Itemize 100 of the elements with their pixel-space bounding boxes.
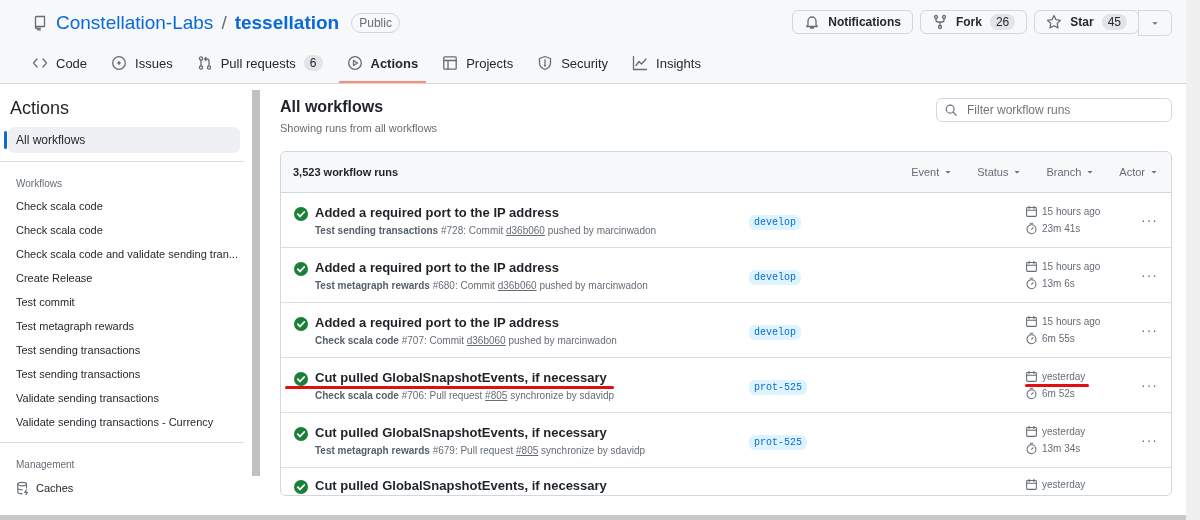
stopwatch-icon xyxy=(1025,222,1038,235)
run-title-link[interactable]: Cut pulled GlobalSnapshotEvents, if necessary xyxy=(315,369,615,385)
run-title-link[interactable]: Added a required port to the IP address xyxy=(315,259,648,275)
run-date: 15 hours ago xyxy=(1042,206,1101,217)
stopwatch-icon xyxy=(1025,387,1038,400)
dropdown-button[interactable] xyxy=(1138,10,1172,36)
run-details: Check scala code #707: Commit d36b060 pushed by marcinwadon xyxy=(315,334,617,346)
filter-field[interactable]: Filter workflow runs xyxy=(936,98,1172,122)
scrollbar[interactable] xyxy=(252,90,260,476)
pull-request-icon xyxy=(196,55,213,71)
run-title-link[interactable]: Added a required port to the IP address xyxy=(315,204,657,220)
shield-icon xyxy=(537,55,554,71)
run-details: Test metagraph rewards #679: Pull request #805 synchronize by sdavidp xyxy=(315,444,645,456)
sidebar-item[interactable]: Caches xyxy=(8,475,252,501)
commit-link[interactable]: d36b060 xyxy=(466,334,506,346)
more-options-button[interactable]: ··· xyxy=(1135,376,1164,394)
sidebar-item[interactable]: Check scala code and validate sending tran... xyxy=(8,242,252,266)
counter: 45 xyxy=(1101,14,1127,30)
more-options-button[interactable]: ··· xyxy=(1135,266,1164,284)
run-title-link[interactable]: Added a required port to the IP address xyxy=(315,314,617,330)
table-icon xyxy=(442,55,459,71)
branch-label[interactable]: prot-525 xyxy=(749,380,807,395)
success-check-icon xyxy=(293,479,309,495)
run-date: 15 hours ago xyxy=(1042,261,1101,272)
more-options-button[interactable]: ··· xyxy=(1135,431,1164,449)
scrollbar[interactable] xyxy=(0,515,1186,520)
more-options-button[interactable]: ··· xyxy=(1135,211,1164,229)
sidebar-title: Actions xyxy=(10,98,71,119)
run-duration: 13m 6s xyxy=(1042,278,1075,289)
graph-icon xyxy=(632,55,649,71)
page-subtitle: Showing runs from all workflows xyxy=(280,122,438,134)
sidebar-item[interactable]: Validate sending transactions - Currency xyxy=(8,410,252,434)
nav-tab[interactable]: Actions xyxy=(338,55,427,83)
commit-link[interactable]: #805 xyxy=(516,444,539,456)
nav-tab[interactable]: Pull requests 6 xyxy=(188,55,331,83)
sidebar-item[interactable]: Validate sending transactions xyxy=(8,386,252,410)
run-date: yesterday xyxy=(1042,371,1086,382)
sidebar-item[interactable]: Test metagraph rewards xyxy=(8,314,252,338)
run-details: Test metagraph rewards #680: Commit d36b060 pushed by marcinwadon xyxy=(315,279,648,291)
sidebar-item[interactable]: Test commit xyxy=(8,290,252,314)
star-button[interactable]: Star 45 xyxy=(1034,10,1139,34)
nav-tab[interactable]: Insights xyxy=(624,55,709,83)
sidebar-item[interactable]: Check scala code xyxy=(8,194,252,218)
success-check-icon xyxy=(293,315,309,332)
nav-tab[interactable]: Code xyxy=(24,55,96,83)
nav-tab[interactable]: Security xyxy=(529,55,617,83)
success-check-icon xyxy=(293,370,309,387)
filter-dropdown[interactable]: Status xyxy=(977,166,1023,178)
commit-link[interactable]: #805 xyxy=(485,389,508,401)
branch-label[interactable]: develop xyxy=(749,215,801,230)
run-date: 15 hours ago xyxy=(1042,316,1101,327)
commit-link[interactable]: d36b060 xyxy=(506,224,545,236)
run-details: Test sending transactions #728: Commit d36b060 pushed by marcinwadon xyxy=(315,224,657,236)
owner-link[interactable]: Constellation-Labs xyxy=(56,12,214,34)
issue-icon xyxy=(111,55,128,71)
counter: 6 xyxy=(303,55,323,71)
run-date: yesterday xyxy=(1042,426,1086,437)
run-date: yesterday xyxy=(1042,479,1086,490)
more-options-button[interactable]: ··· xyxy=(1135,321,1164,339)
star-icon xyxy=(1046,14,1063,30)
calendar-icon xyxy=(1025,315,1038,328)
repo-name-link[interactable]: tessellation xyxy=(234,12,340,34)
fork-button[interactable]: Fork 26 xyxy=(919,10,1028,34)
run-details: Check scala code #706: Pull request #805 synchronize by sdavidp xyxy=(315,389,615,401)
filter-dropdown[interactable]: Actor xyxy=(1119,166,1159,178)
scrollbar[interactable] xyxy=(1186,0,1200,520)
nav-tab[interactable]: Projects xyxy=(434,55,522,83)
stopwatch-icon xyxy=(1025,332,1038,345)
calendar-icon xyxy=(1025,425,1038,438)
branch-label[interactable]: develop xyxy=(749,325,801,340)
run-title-link[interactable]: Cut pulled GlobalSnapshotEvents, if necessary xyxy=(315,478,607,493)
commit-link[interactable]: d36b060 xyxy=(497,279,537,291)
branch-label[interactable]: prot-525 xyxy=(749,435,807,450)
sidebar-item[interactable]: Test sending transactions xyxy=(8,338,252,362)
success-check-icon xyxy=(293,205,309,222)
calendar-icon xyxy=(1025,260,1038,273)
sidebar-item[interactable]: Create Release xyxy=(8,266,252,290)
notifications-button[interactable]: Notifications xyxy=(792,10,913,34)
sidebar-item[interactable]: Test sending transactions xyxy=(8,362,252,386)
run-title-link[interactable]: Cut pulled GlobalSnapshotEvents, if necessary xyxy=(315,424,645,440)
play-icon xyxy=(346,55,363,71)
calendar-icon xyxy=(1025,478,1038,491)
database-icon xyxy=(16,481,30,495)
filter-dropdown[interactable]: Event xyxy=(911,166,954,178)
success-check-icon xyxy=(293,425,309,442)
run-duration: 13m 34s xyxy=(1042,443,1081,454)
run-duration: 23m 41s xyxy=(1042,223,1081,234)
section-heading: Management xyxy=(15,458,76,472)
run-duration: 6m 55s xyxy=(1042,333,1075,344)
fork-icon xyxy=(931,14,948,30)
sidebar-item[interactable]: Check scala code xyxy=(8,218,252,242)
branch-label[interactable]: develop xyxy=(749,270,801,285)
nav-tab[interactable]: Issues xyxy=(103,55,181,83)
success-check-icon xyxy=(293,260,309,277)
bell-icon xyxy=(804,14,821,30)
section-heading: Workflows xyxy=(15,177,63,191)
stopwatch-icon xyxy=(1025,442,1038,455)
filter-dropdown[interactable]: Branch xyxy=(1046,166,1096,178)
page-title: All workflows xyxy=(280,98,385,116)
calendar-icon xyxy=(1025,370,1038,383)
